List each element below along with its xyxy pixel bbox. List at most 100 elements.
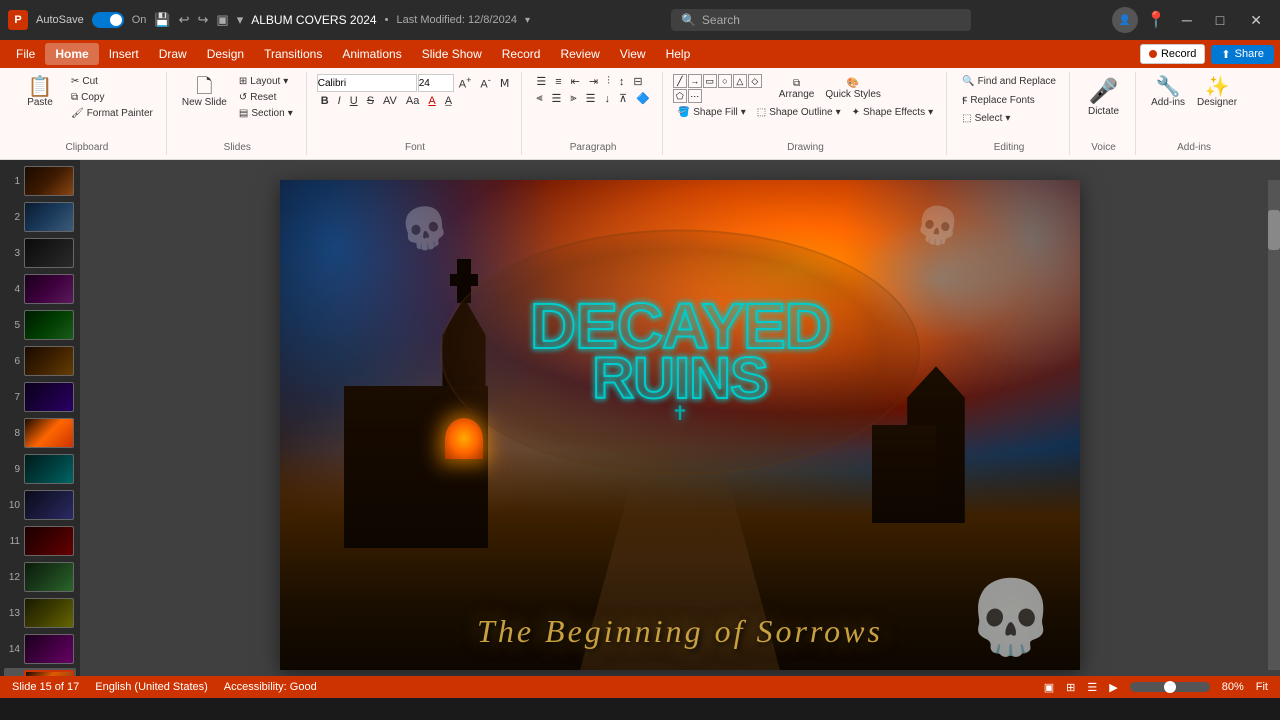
slide-thumb-6[interactable]: 6 — [4, 344, 76, 378]
arrange-button[interactable]: ⧉ Arrange — [774, 75, 820, 103]
share-button[interactable]: ⬆ Share — [1211, 45, 1274, 64]
present-icon[interactable]: ▣ — [216, 12, 228, 28]
location-icon[interactable]: 📍 — [1146, 10, 1166, 30]
view-reading-icon[interactable]: ☰ — [1087, 681, 1097, 694]
minimize-button[interactable]: ─ — [1174, 8, 1200, 32]
menu-review[interactable]: Review — [550, 43, 609, 65]
maximize-button[interactable]: □ — [1208, 8, 1232, 32]
shape-line[interactable]: ╱ — [673, 74, 687, 88]
designer-button[interactable]: ✨ Designer — [1192, 74, 1242, 111]
canvas-area[interactable]: 💀 💀 💀 — [80, 160, 1280, 676]
shape-fill-button[interactable]: 🪣 Shape Fill ▾ — [673, 105, 751, 120]
slide-thumb-15[interactable]: 15 — [4, 668, 76, 676]
font-size-field[interactable] — [418, 74, 454, 92]
save-icon[interactable]: 💾 — [154, 12, 170, 28]
slide-thumb-5[interactable]: 5 — [4, 308, 76, 342]
slide-thumb-14[interactable]: 14 — [4, 632, 76, 666]
copy-button[interactable]: ⧉ Copy — [66, 90, 158, 105]
shape-pentagon[interactable]: ⬠ — [673, 89, 687, 103]
right-scrollbar[interactable] — [1268, 180, 1280, 670]
quick-styles-button[interactable]: 🎨 Quick Styles — [820, 75, 886, 103]
menu-help[interactable]: Help — [656, 43, 701, 65]
increase-font-button[interactable]: A+ — [455, 74, 476, 92]
fit-button[interactable]: Fit — [1256, 681, 1268, 693]
view-normal-icon[interactable]: ▣ — [1044, 681, 1054, 694]
shape-outline-button[interactable]: ⬚ Shape Outline ▾ — [752, 105, 846, 120]
shape-circle[interactable]: ○ — [718, 74, 732, 88]
autosave-toggle[interactable] — [92, 12, 124, 28]
scroll-thumb[interactable] — [1268, 210, 1280, 250]
line-spacing-button[interactable]: ↕ — [615, 75, 629, 89]
search-bar[interactable]: 🔍 — [671, 9, 971, 31]
slide-thumb-4[interactable]: 4 — [4, 272, 76, 306]
search-input[interactable] — [702, 13, 961, 27]
customize-icon[interactable]: ▾ — [237, 12, 244, 28]
slide-thumb-7[interactable]: 7 — [4, 380, 76, 414]
text-align-button[interactable]: ⊼ — [615, 91, 631, 106]
view-present-icon[interactable]: ▶ — [1109, 681, 1117, 694]
align-right-button[interactable]: ⫸ — [566, 91, 580, 106]
menu-design[interactable]: Design — [197, 43, 254, 65]
bold-button[interactable]: B — [317, 94, 333, 108]
menu-home[interactable]: Home — [45, 43, 98, 65]
slide-thumb-13[interactable]: 13 — [4, 596, 76, 630]
reset-button[interactable]: ↺ Reset — [234, 90, 298, 105]
zoom-slider[interactable] — [1130, 682, 1210, 692]
format-painter-button[interactable]: 🖌 Format Painter — [66, 106, 158, 121]
slide-thumb-3[interactable]: 3 — [4, 236, 76, 270]
text-direction-button[interactable]: ↓ — [601, 92, 615, 106]
paste-button[interactable]: 📋 Paste — [16, 74, 64, 111]
redo-icon[interactable]: ↪ — [197, 12, 208, 28]
decrease-font-button[interactable]: A- — [476, 74, 494, 92]
shape-effects-button[interactable]: ✦ Shape Effects ▾ — [847, 105, 939, 120]
italic-button[interactable]: I — [334, 94, 345, 108]
menu-record[interactable]: Record — [492, 43, 551, 65]
menu-transitions[interactable]: Transitions — [254, 43, 332, 65]
strikethrough-button[interactable]: S — [363, 94, 378, 108]
align-center-button[interactable]: ☰ — [548, 91, 566, 106]
slide-thumb-10[interactable]: 10 — [4, 488, 76, 522]
slide-thumb-9[interactable]: 9 — [4, 452, 76, 486]
cut-button[interactable]: ✂ Cut — [66, 74, 158, 89]
profile-avatar[interactable]: 👤 — [1112, 7, 1138, 33]
record-button[interactable]: Record — [1140, 44, 1205, 64]
close-button[interactable]: ✕ — [1240, 8, 1272, 33]
new-slide-button[interactable]: 🗋 New Slide — [177, 74, 232, 111]
clear-format-button[interactable]: Ⅿ — [496, 76, 514, 91]
shape-more[interactable]: ⋯ — [688, 89, 702, 103]
menu-file[interactable]: File — [6, 43, 45, 65]
decrease-indent-button[interactable]: ⇤ — [567, 74, 584, 89]
highlight-button[interactable]: A̲ — [441, 94, 456, 108]
replace-fonts-button[interactable]: Ꞙ Replace Fonts — [957, 91, 1040, 109]
underline-button[interactable]: U — [346, 94, 362, 108]
justify-button[interactable]: ☰ — [582, 91, 600, 106]
menu-slideshow[interactable]: Slide Show — [412, 43, 492, 65]
increase-indent-button[interactable]: ⇥ — [585, 74, 602, 89]
menu-animations[interactable]: Animations — [332, 43, 411, 65]
slide-thumb-11[interactable]: 11 — [4, 524, 76, 558]
font-name-field[interactable] — [317, 74, 417, 92]
align-left-button[interactable]: ⫷ — [532, 91, 546, 106]
section-button[interactable]: ▤ Section ▾ — [234, 106, 298, 121]
add-remove-col-button[interactable]: ⊟ — [629, 74, 646, 89]
dropdown-arrow[interactable]: ▾ — [525, 15, 530, 26]
menu-view[interactable]: View — [610, 43, 656, 65]
menu-insert[interactable]: Insert — [99, 43, 149, 65]
shape-diamond[interactable]: ◇ — [748, 74, 762, 88]
dictate-button[interactable]: 🎤 Dictate — [1080, 74, 1127, 120]
shape-rect[interactable]: ▭ — [703, 74, 717, 88]
select-button[interactable]: ⬚ Select ▾ — [957, 111, 1015, 126]
slide-thumb-2[interactable]: 2 — [4, 200, 76, 234]
menu-draw[interactable]: Draw — [149, 43, 197, 65]
addins-button[interactable]: 🔧 Add-ins — [1146, 74, 1190, 111]
zoom-handle[interactable] — [1164, 681, 1176, 693]
slide-thumb-8[interactable]: 8 — [4, 416, 76, 450]
slide-thumb-1[interactable]: 1 — [4, 164, 76, 198]
columns-button[interactable]: ⫶ — [603, 74, 614, 89]
undo-icon[interactable]: ↩ — [179, 12, 190, 28]
layout-button[interactable]: ⊞ Layout ▾ — [234, 74, 298, 89]
slide-thumb-12[interactable]: 12 — [4, 560, 76, 594]
shape-triangle[interactable]: △ — [733, 74, 747, 88]
view-sorter-icon[interactable]: ⊞ — [1066, 681, 1075, 694]
bullets-button[interactable]: ☰ — [532, 74, 550, 89]
